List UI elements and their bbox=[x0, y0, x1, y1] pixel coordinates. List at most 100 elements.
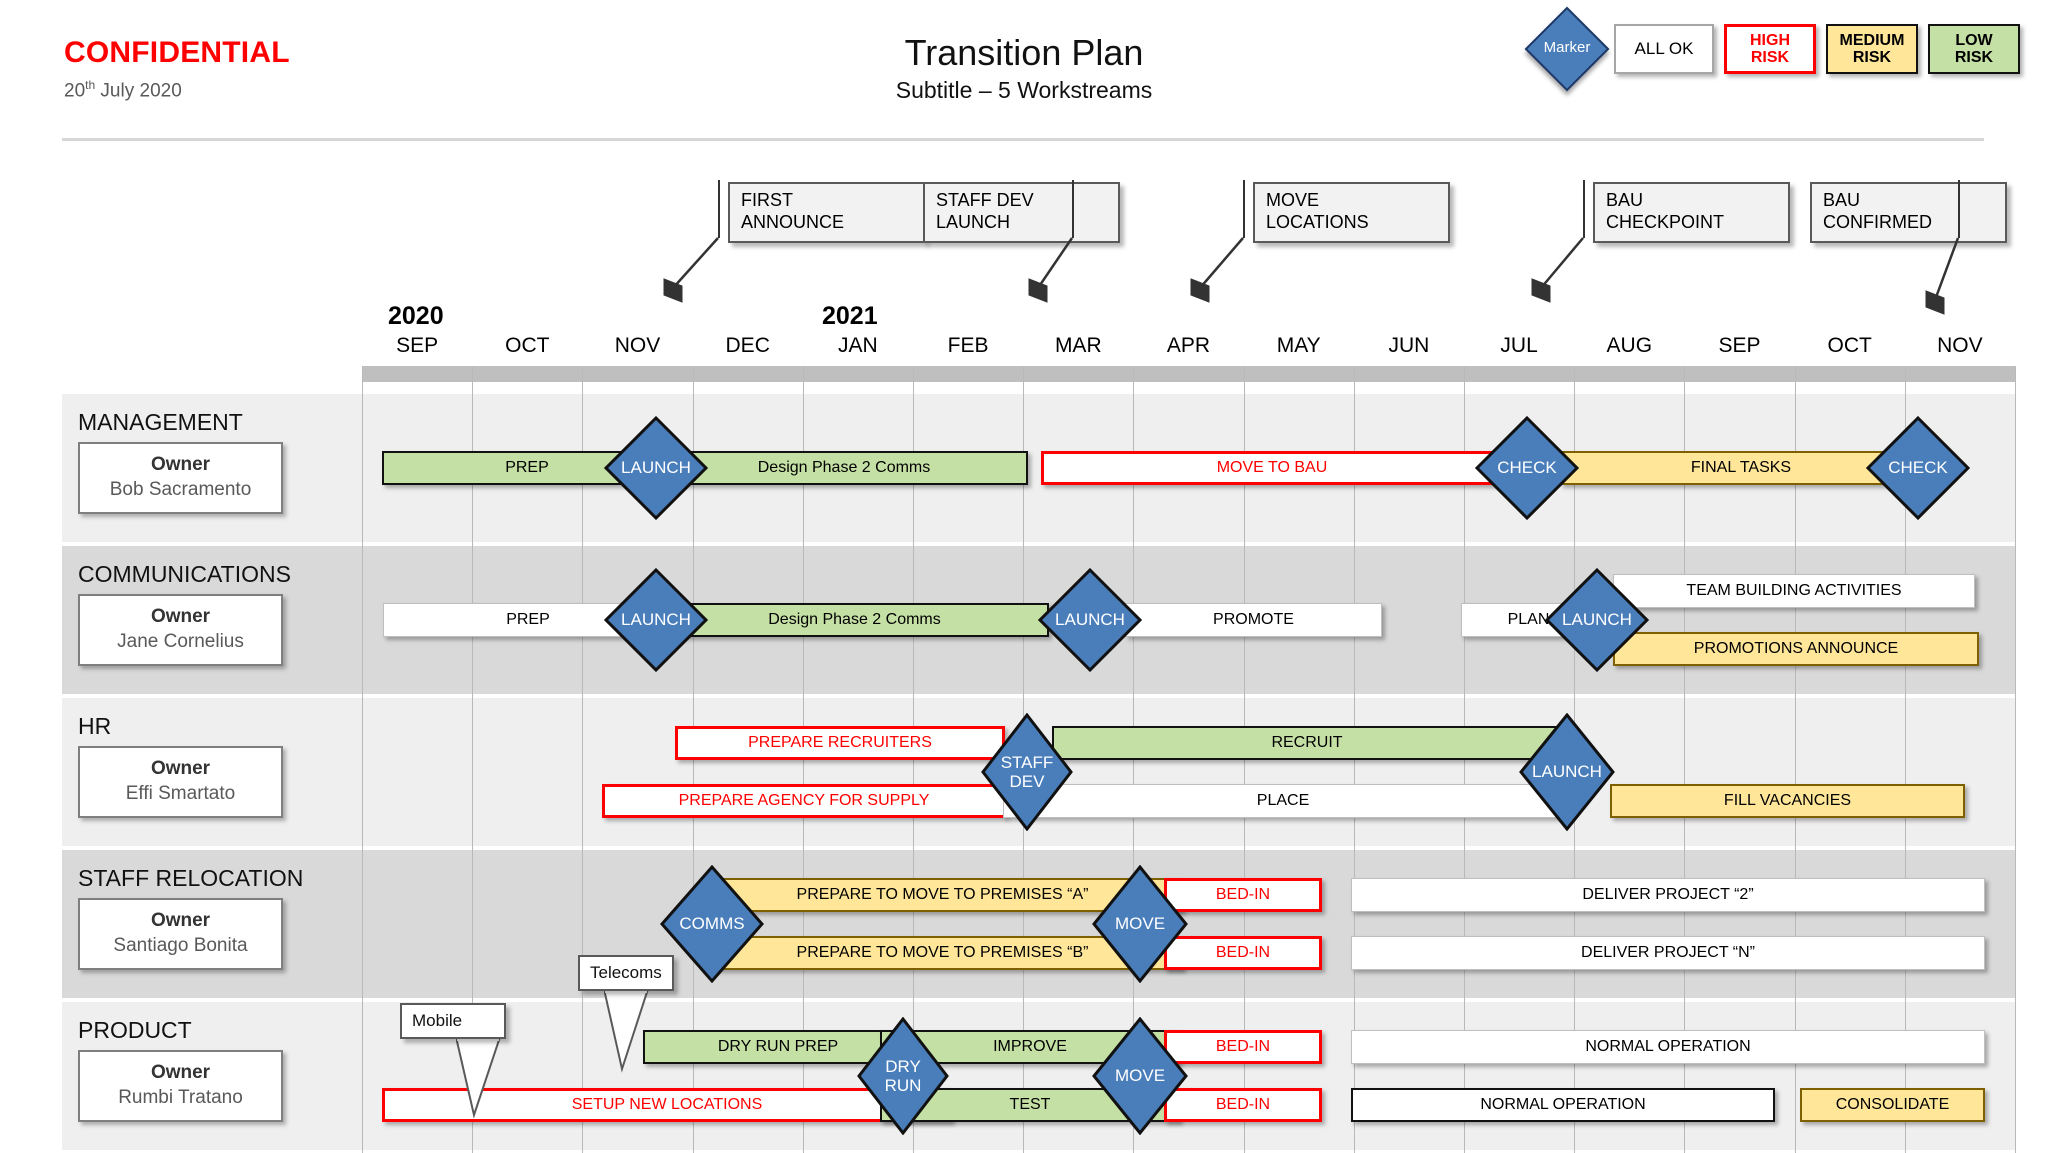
timeline-year-label: 2020 bbox=[388, 302, 444, 330]
gantt-bar[interactable]: DELIVER PROJECT “2” bbox=[1351, 878, 1985, 912]
milestone-diamond-label: LAUNCH bbox=[621, 610, 691, 630]
milestone-diamond[interactable]: MOVE bbox=[1092, 865, 1188, 983]
workstream-owner-box: Owner Jane Cornelius bbox=[78, 594, 283, 666]
milestone-leader-line bbox=[1925, 237, 1960, 315]
milestone-callout-box: BAU CHECKPOINT bbox=[1593, 182, 1790, 243]
gantt-bar[interactable]: FILL VACANCIES bbox=[1610, 784, 1965, 818]
gantt-bar[interactable]: PROMOTE bbox=[1125, 603, 1382, 637]
owner-role-label: Owner bbox=[150, 454, 211, 476]
milestone-diamond[interactable]: CHECK bbox=[1475, 416, 1579, 520]
milestone-callout-box: BAU CONFIRMED bbox=[1810, 182, 2007, 243]
timeline-month-label: SEP bbox=[396, 334, 439, 357]
legend-item-label: RISK bbox=[1852, 49, 1892, 66]
workstream-owner-box: Owner Bob Sacramento bbox=[78, 442, 283, 514]
workstream-row-band bbox=[62, 850, 2015, 998]
gantt-bar[interactable]: NORMAL OPERATION bbox=[1351, 1088, 1775, 1122]
milestone-leader-line bbox=[1531, 237, 1584, 303]
milestone-callout-box: FIRST ANNOUNCE bbox=[728, 182, 925, 243]
gantt-bar[interactable]: PLACE bbox=[1003, 784, 1563, 818]
milestone-tick bbox=[1583, 180, 1585, 238]
timeline-month-label: MAR bbox=[1054, 334, 1102, 357]
header-divider bbox=[62, 138, 1984, 141]
timeline-month-label: FEB bbox=[947, 334, 989, 357]
timeline-axis-bar bbox=[362, 366, 2015, 382]
legend-item-label: HIGH bbox=[1750, 31, 1790, 49]
milestone-leader-line bbox=[1028, 237, 1074, 303]
gantt-bar[interactable]: PROMOTIONS ANNOUNCE bbox=[1613, 632, 1979, 666]
gantt-bar[interactable]: CONSOLIDATE bbox=[1800, 1088, 1985, 1122]
gantt-bar[interactable]: RECRUIT bbox=[1052, 726, 1562, 760]
timeline-month-label: SEP bbox=[1718, 334, 1761, 357]
workstream-row-band bbox=[62, 1002, 2015, 1150]
legend-item-low: LOW RISK bbox=[1928, 24, 2020, 74]
milestone-diamond[interactable]: DRY RUN bbox=[857, 1017, 949, 1135]
milestone-diamond-label: LAUNCH bbox=[1055, 610, 1125, 630]
legend-item-label: ALL OK bbox=[1634, 38, 1694, 58]
milestone-diamond[interactable]: COMMS bbox=[660, 865, 764, 983]
milestone-diamond-label: LAUNCH bbox=[621, 458, 691, 478]
milestone-diamond[interactable]: CHECK bbox=[1866, 416, 1970, 520]
milestone-diamond[interactable]: LAUNCH bbox=[1545, 568, 1649, 672]
timeline-month-label: APR bbox=[1166, 334, 1211, 357]
gantt-bar[interactable]: Design Phase 2 Comms bbox=[660, 451, 1028, 485]
workstream-title: HR bbox=[78, 713, 112, 739]
timeline-month-label: AUG bbox=[1606, 334, 1653, 357]
milestone-diamond[interactable]: STAFF DEV bbox=[981, 713, 1073, 831]
legend: Marker ALL OK HIGH RISK MEDIUM RISK LOW RISK bbox=[1524, 6, 2020, 92]
legend-item-label: LOW bbox=[1955, 31, 1993, 49]
legend-marker-diamond: Marker bbox=[1524, 6, 1610, 92]
timeline-year-label: 2021 bbox=[822, 302, 878, 330]
timeline-month-label: JAN bbox=[838, 334, 878, 357]
milestone-diamond[interactable]: LAUNCH bbox=[604, 416, 708, 520]
milestone-callout-box: STAFF DEV LAUNCH bbox=[923, 182, 1120, 243]
workstream-owner-box: Owner Rumbi Tratano bbox=[78, 1050, 283, 1122]
milestone-diamond-label: DRY RUN bbox=[884, 1056, 922, 1095]
milestone-diamond-label: STAFF DEV bbox=[1000, 752, 1054, 791]
milestone-tick bbox=[718, 180, 720, 238]
gantt-bar[interactable]: Design Phase 2 Comms bbox=[660, 603, 1049, 637]
milestone-callout-box: MOVE LOCATIONS bbox=[1253, 182, 1450, 243]
milestone-diamond-label: LAUNCH bbox=[1532, 762, 1602, 782]
legend-item-allok: ALL OK bbox=[1614, 24, 1714, 74]
milestone-diamond[interactable]: LAUNCH bbox=[1038, 568, 1142, 672]
timeline-gridline bbox=[362, 366, 363, 1153]
gantt-bar[interactable]: PREPARE RECRUITERS bbox=[675, 726, 1005, 760]
legend-item-label: RISK bbox=[1954, 49, 1994, 66]
milestone-diamond[interactable]: LAUNCH bbox=[604, 568, 708, 672]
milestone-leader-line bbox=[663, 237, 719, 303]
gantt-bar[interactable]: MOVE TO BAU bbox=[1041, 451, 1503, 485]
annotation-bubble[interactable]: Mobile bbox=[400, 1003, 506, 1039]
milestone-tick bbox=[1072, 180, 1074, 238]
legend-item-label: RISK bbox=[1750, 49, 1790, 66]
gantt-bar[interactable]: DELIVER PROJECT “N” bbox=[1351, 936, 1985, 970]
owner-role-label: Owner bbox=[150, 606, 211, 628]
timeline-month-label: OCT bbox=[1827, 334, 1872, 357]
timeline-month-label: OCT bbox=[505, 334, 550, 357]
annotation-bubble[interactable]: Telecoms bbox=[578, 955, 674, 991]
timeline-month-label: NOV bbox=[614, 334, 661, 357]
milestone-diamond-label: COMMS bbox=[679, 914, 745, 934]
owner-name: Effi Smartato bbox=[125, 783, 236, 804]
owner-role-label: Owner bbox=[150, 758, 211, 780]
owner-name: Bob Sacramento bbox=[109, 479, 252, 500]
milestone-leader-line bbox=[1190, 237, 1244, 303]
workstream-owner-box: Owner Effi Smartato bbox=[78, 746, 283, 818]
milestone-diamond-label: MOVE bbox=[1114, 1066, 1166, 1086]
legend-item-med: MEDIUM RISK bbox=[1826, 24, 1918, 74]
workstream-title: STAFF RELOCATION bbox=[78, 865, 304, 891]
gantt-bar[interactable]: NORMAL OPERATION bbox=[1351, 1030, 1985, 1064]
milestone-diamond[interactable]: MOVE bbox=[1092, 1017, 1188, 1135]
owner-role-label: Owner bbox=[150, 1062, 211, 1084]
timeline-month-label: JUN bbox=[1388, 334, 1430, 357]
legend-item-high: HIGH RISK bbox=[1724, 24, 1816, 74]
legend-item-label: MEDIUM bbox=[1839, 31, 1905, 49]
owner-name: Santiago Bonita bbox=[113, 935, 248, 956]
workstream-title: MANAGEMENT bbox=[78, 409, 243, 435]
milestone-diamond[interactable]: LAUNCH bbox=[1519, 713, 1615, 831]
owner-role-label: Owner bbox=[150, 910, 211, 932]
milestone-diamond-label: CHECK bbox=[1888, 458, 1948, 478]
milestone-diamond-label: LAUNCH bbox=[1562, 610, 1632, 630]
milestone-diamond-label: MOVE bbox=[1114, 914, 1166, 934]
gantt-bar[interactable]: PREPARE AGENCY FOR SUPPLY bbox=[602, 784, 1006, 818]
gantt-bar[interactable]: TEAM BUILDING ACTIVITIES bbox=[1613, 574, 1975, 608]
